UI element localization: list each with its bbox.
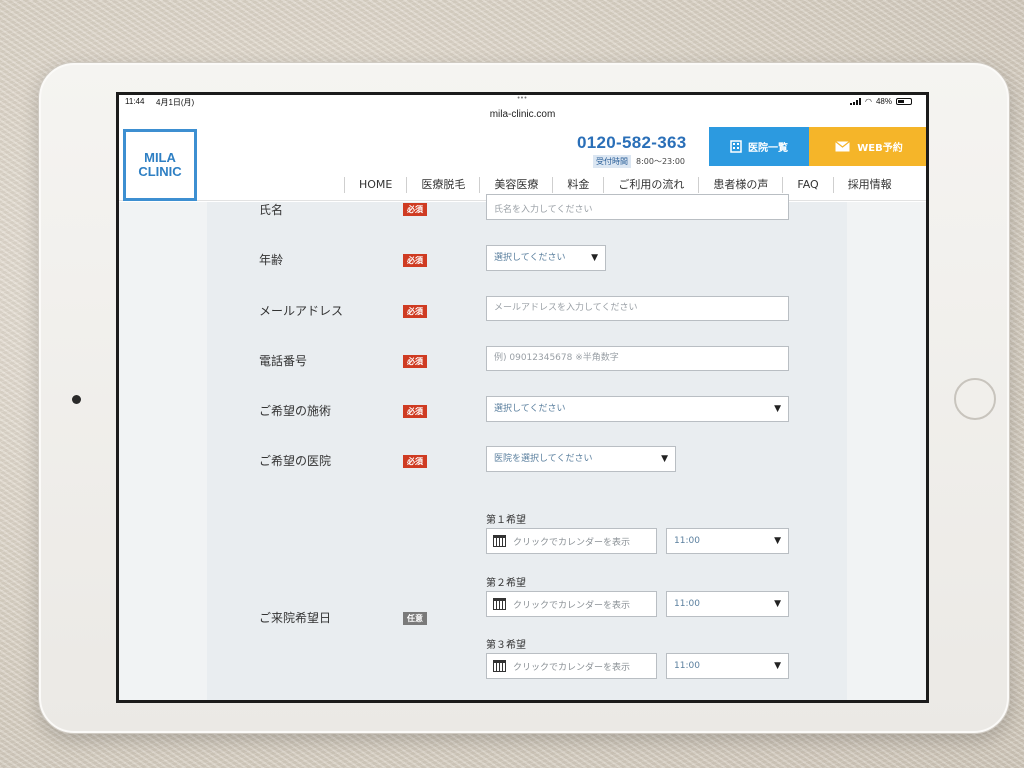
preference-3-date-input[interactable]: クリックでカレンダーを表示 [486, 653, 657, 679]
preference-2-time-select[interactable]: 11:00 ▼ [666, 591, 789, 617]
chevron-down-icon: ▼ [661, 454, 668, 464]
wifi-icon: ◠ [865, 97, 872, 106]
email-input[interactable]: メールアドレスを入力してください [486, 296, 789, 321]
reservation-form: 氏名 必須 氏名を入力してください 年齢 必須 選択してください ▼ メールアド… [207, 194, 847, 700]
age-label: 年齢 [259, 253, 284, 267]
age-select-value: 選択してください [494, 253, 566, 263]
visit-date-optional-badge: 任意 [403, 612, 427, 625]
clinic-select[interactable]: 医院を選択してください ▼ [486, 446, 676, 472]
phone-number[interactable]: 0120-582-363 [577, 133, 686, 153]
calendar-icon [493, 535, 506, 547]
nav-item-beauty[interactable]: 美容医療 [479, 177, 552, 193]
web-booking-button[interactable]: WEB予約 [809, 127, 926, 166]
preference-2-date-placeholder: クリックでカレンダーを表示 [513, 600, 631, 611]
site-logo[interactable]: MILA CLINIC [123, 129, 197, 201]
page-body: 氏名 必須 氏名を入力してください 年齢 必須 選択してください ▼ メールアド… [119, 194, 926, 700]
hours-value: 8:00〜23:00 [636, 157, 686, 166]
phone-required-badge: 必須 [403, 355, 427, 368]
treatment-select-value: 選択してください [494, 404, 566, 414]
preference-2-time-value: 11:00 [674, 599, 700, 609]
logo-line2: CLINIC [138, 164, 182, 179]
age-select[interactable]: 選択してください ▼ [486, 245, 606, 271]
calendar-icon [493, 598, 506, 610]
name-required-badge: 必須 [403, 203, 427, 216]
nav-item-hair-removal[interactable]: 医療脱毛 [406, 177, 479, 193]
clinic-required-badge: 必須 [403, 455, 427, 468]
multitask-dots[interactable]: ••• [517, 95, 527, 102]
hours-tag: 受付時間 [593, 155, 631, 168]
address-bar[interactable]: mila-clinic.com [119, 109, 926, 120]
nav-item-faq[interactable]: FAQ [782, 177, 832, 193]
treatment-label: ご希望の施術 [259, 404, 332, 418]
preference-1-date-placeholder: クリックでカレンダーを表示 [513, 537, 631, 548]
nav-item-home[interactable]: HOME [344, 177, 406, 193]
chevron-down-icon: ▼ [774, 599, 781, 609]
chevron-down-icon: ▼ [591, 253, 598, 263]
web-booking-label: WEB予約 [857, 143, 903, 154]
nav-item-reviews[interactable]: 患者様の声 [698, 177, 782, 193]
clinic-list-button[interactable]: 医院一覧 [709, 127, 809, 166]
preference-2-label: 第２希望 [486, 578, 526, 589]
preference-1-label: 第１希望 [486, 515, 526, 526]
preference-3-time-value: 11:00 [674, 661, 700, 671]
clinic-list-label: 医院一覧 [748, 143, 788, 154]
preference-1-time-select[interactable]: 11:00 ▼ [666, 528, 789, 554]
status-date: 4月1日(月) [156, 98, 195, 107]
name-input[interactable]: 氏名を入力してください [486, 194, 789, 220]
preference-3-label: 第３希望 [486, 640, 526, 651]
clinic-label: ご希望の医院 [259, 454, 332, 468]
nav-item-recruit[interactable]: 採用情報 [832, 177, 906, 193]
preference-2-date-input[interactable]: クリックでカレンダーを表示 [486, 591, 657, 617]
chevron-down-icon: ▼ [774, 536, 781, 546]
email-label: メールアドレス [259, 304, 344, 318]
name-label: 氏名 [259, 203, 284, 217]
email-required-badge: 必須 [403, 305, 427, 318]
phone-input[interactable]: 例) 09012345678 ※半角数字 [486, 346, 789, 371]
calendar-icon [493, 660, 506, 672]
front-camera [72, 395, 81, 404]
preference-1-date-input[interactable]: クリックでカレンダーを表示 [486, 528, 657, 554]
home-button[interactable] [954, 378, 996, 420]
clinic-select-value: 医院を選択してください [494, 454, 593, 464]
preference-3-time-select[interactable]: 11:00 ▼ [666, 653, 789, 679]
status-bar: 11:44 4月1日(月) ••• ◠ 48% [119, 95, 926, 109]
main-nav: HOME 医療脱毛 美容医療 料金 ご利用の流れ 患者様の声 FAQ 採用情報 [344, 177, 906, 193]
treatment-required-badge: 必須 [403, 405, 427, 418]
mail-icon [835, 141, 851, 152]
battery-percent: 48% [875, 97, 892, 106]
nav-item-pricing[interactable]: 料金 [552, 177, 603, 193]
signal-icon [850, 98, 861, 105]
chevron-down-icon: ▼ [774, 404, 781, 414]
reception-hours: 受付時間 8:00〜23:00 [593, 155, 685, 168]
status-time: 11:44 [125, 97, 145, 106]
site-header: MILA CLINIC 0120-582-363 受付時間 8:00〜23:00… [119, 125, 926, 201]
nav-item-flow[interactable]: ご利用の流れ [603, 177, 698, 193]
treatment-select[interactable]: 選択してください ▼ [486, 396, 789, 422]
battery-icon [896, 98, 912, 105]
logo-line1: MILA [144, 150, 176, 165]
building-icon [730, 140, 742, 153]
chevron-down-icon: ▼ [774, 661, 781, 671]
tablet-screen: 11:44 4月1日(月) ••• ◠ 48% mila-clinic.com … [116, 92, 929, 703]
preference-1-time-value: 11:00 [674, 536, 700, 546]
age-required-badge: 必須 [403, 254, 427, 267]
preference-3-date-placeholder: クリックでカレンダーを表示 [513, 662, 631, 673]
visit-date-label: ご来院希望日 [259, 611, 332, 625]
phone-label: 電話番号 [259, 354, 308, 368]
